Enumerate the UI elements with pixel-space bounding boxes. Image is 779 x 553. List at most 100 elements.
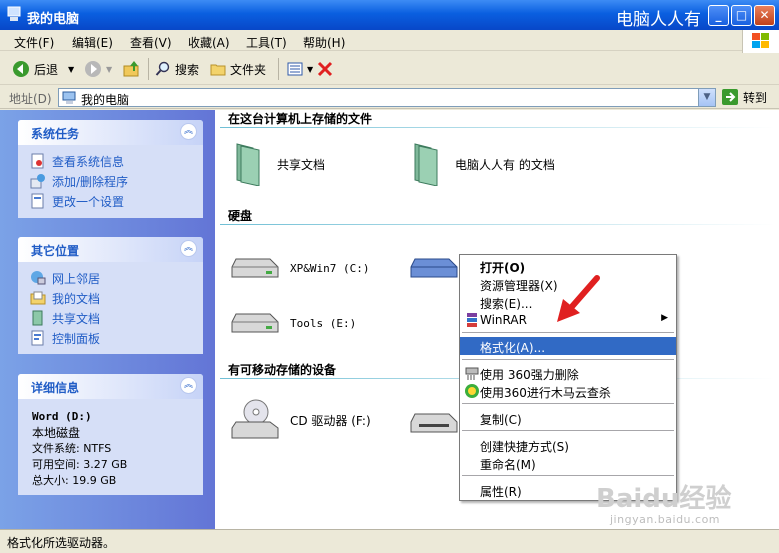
address-input[interactable]: 我的电脑 ▼ <box>58 88 716 107</box>
item-label: CD 驱动器 (F:) <box>290 413 371 428</box>
group-divider <box>220 224 775 225</box>
views-icon <box>287 62 303 76</box>
up-button[interactable] <box>123 58 141 80</box>
removable-drive[interactable] <box>409 410 459 436</box>
submenu-arrow-icon: ▶ <box>661 313 668 323</box>
task-view-system-info[interactable]: 查看系统信息 <box>30 151 203 171</box>
place-network[interactable]: 网上邻居 <box>30 268 203 288</box>
menu-separator <box>462 403 674 404</box>
status-text: 格式化所选驱动器。 <box>7 536 116 550</box>
shredder-icon <box>465 367 479 380</box>
task-label: 查看系统信息 <box>52 154 125 169</box>
disk-e[interactable]: Tools (E:) <box>230 310 356 336</box>
add-remove-programs-icon <box>30 174 45 189</box>
toolbar: 后退 ▼ ▼ 搜索 文件夹 ▼ <box>0 53 779 85</box>
menu-item-360-scan[interactable]: 使用360进行木马云查杀 <box>460 382 676 400</box>
place-label: 共享文档 <box>52 311 101 326</box>
menu-item-rename[interactable]: 重命名(M) <box>460 454 676 472</box>
back-dropdown-icon[interactable]: ▼ <box>68 65 74 74</box>
disk-d-selected[interactable] <box>409 255 459 281</box>
user-documents-folder[interactable]: 电脑人人有 的文档 <box>411 142 555 186</box>
menu-item-copy[interactable]: 复制(C) <box>460 409 676 427</box>
control-panel-icon <box>31 330 44 346</box>
menu-tools[interactable]: 工具(T) <box>246 34 287 51</box>
place-my-documents[interactable]: 我的文档 <box>30 288 203 308</box>
disk-c[interactable]: XP&Win7 (C:) <box>230 255 369 281</box>
shared-documents-folder[interactable]: 共享文档 <box>233 142 325 186</box>
go-arrow-icon <box>722 89 738 105</box>
other-places-title: 其它位置 <box>31 244 80 258</box>
details-filesystem: 文件系统: NTFS <box>32 442 112 455</box>
address-value: 我的电脑 <box>81 93 130 107</box>
place-label: 我的文档 <box>52 291 101 306</box>
details-header[interactable]: 详细信息 ︽ <box>18 374 203 399</box>
hard-disk-icon <box>231 313 279 333</box>
other-places-header[interactable]: 其它位置 ︽ <box>18 237 203 262</box>
task-add-remove-programs[interactable]: 添加/删除程序 <box>30 171 203 191</box>
title-bar[interactable]: 我的电脑 电脑人人有 _ □ ✕ <box>0 0 779 30</box>
system-tasks-panel: 系统任务 ︽ 查看系统信息 添加/删除程序 更改一个设置 <box>18 120 203 218</box>
search-button[interactable]: 搜索 <box>155 58 199 80</box>
address-bar: 地址(D) 我的电脑 ▼ 转到 <box>0 86 779 109</box>
control-panel-icon <box>31 193 44 209</box>
system-tasks-header[interactable]: 系统任务 ︽ <box>18 120 203 145</box>
menu-separator <box>462 359 674 360</box>
360-shield-icon <box>465 384 479 398</box>
menu-file[interactable]: 文件(F) <box>14 34 54 51</box>
menu-separator <box>462 475 674 476</box>
go-label: 转到 <box>743 90 768 105</box>
menu-item-format[interactable]: 格式化(A)... <box>460 337 676 355</box>
views-dropdown-icon[interactable]: ▼ <box>307 65 313 74</box>
network-icon <box>31 271 46 285</box>
delete-button[interactable] <box>317 58 333 80</box>
cd-drive-f[interactable]: CD 驱动器 (F:) <box>230 398 371 442</box>
go-button[interactable]: 转到 <box>721 88 767 106</box>
back-button[interactable]: 后退 ▼ <box>12 58 74 80</box>
menu-edit[interactable]: 编辑(E) <box>72 34 113 51</box>
folders-button[interactable]: 文件夹 <box>210 58 266 80</box>
task-label: 更改一个设置 <box>52 194 125 209</box>
documents-folder-icon <box>414 143 438 186</box>
maximize-button[interactable]: □ <box>731 5 752 26</box>
explorer-window: 我的电脑 电脑人人有 _ □ ✕ 文件(F) 编辑(E) 查看(V) 收藏(A)… <box>0 0 779 553</box>
collapse-chevron-icon[interactable]: ︽ <box>180 377 197 394</box>
group-removable: 有可移动存储的设备 <box>228 363 337 377</box>
forward-dropdown-icon[interactable]: ▼ <box>106 65 112 74</box>
menu-help[interactable]: 帮助(H) <box>303 34 345 51</box>
menu-bar: 文件(F) 编辑(E) 查看(V) 收藏(A) 工具(T) 帮助(H) <box>0 30 779 51</box>
menu-item-create-shortcut[interactable]: 创建快捷方式(S) <box>460 436 676 454</box>
group-hard-disks: 硬盘 <box>228 209 253 223</box>
watermark-title: 电脑人人有 <box>616 10 701 30</box>
window-title: 我的电脑 <box>27 12 80 27</box>
hard-disk-icon <box>231 258 279 278</box>
place-shared-documents[interactable]: 共享文档 <box>30 308 203 328</box>
menu-item-open[interactable]: 打开(O) <box>460 257 676 275</box>
back-label: 后退 <box>34 62 59 77</box>
search-label: 搜索 <box>175 62 200 77</box>
delete-x-icon <box>317 61 333 77</box>
item-label: 共享文档 <box>277 157 326 172</box>
minimize-button[interactable]: _ <box>708 5 729 26</box>
baidu-watermark-logo: Baidu经验 jingyan.baidu.com <box>596 484 732 526</box>
folder-icon <box>210 64 226 76</box>
details-free-space: 可用空间: 3.27 GB <box>32 458 128 471</box>
views-button[interactable]: ▼ <box>287 58 313 80</box>
collapse-chevron-icon[interactable]: ︽ <box>180 240 197 257</box>
menu-favorites[interactable]: 收藏(A) <box>188 34 230 51</box>
menu-item-360-delete[interactable]: 使用 360强力删除 <box>460 364 676 382</box>
task-change-setting[interactable]: 更改一个设置 <box>30 191 203 211</box>
close-button[interactable]: ✕ <box>754 5 775 26</box>
place-control-panel[interactable]: 控制面板 <box>30 328 203 348</box>
computer-icon <box>7 6 21 21</box>
address-label: 地址(D) <box>9 92 52 106</box>
item-label: 电脑人人有 的文档 <box>455 157 555 172</box>
shared-folder-icon <box>32 310 43 326</box>
collapse-chevron-icon[interactable]: ︽ <box>180 123 197 140</box>
menu-view[interactable]: 查看(V) <box>130 34 172 51</box>
removable-drive-icon <box>410 413 458 433</box>
my-documents-icon <box>30 291 46 305</box>
address-dropdown-icon[interactable]: ▼ <box>698 89 715 106</box>
back-arrow-icon <box>13 61 29 77</box>
forward-button[interactable]: ▼ <box>84 58 112 80</box>
system-info-icon <box>31 153 44 169</box>
